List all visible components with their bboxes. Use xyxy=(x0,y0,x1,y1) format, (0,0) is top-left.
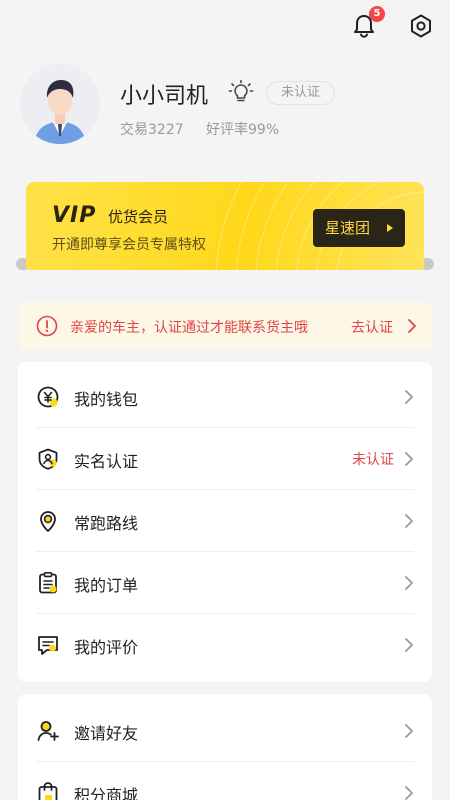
notification-badge: 5 xyxy=(369,6,385,22)
wallet-yen-icon xyxy=(37,386,59,408)
menu-item-invite[interactable]: 邀请好友 xyxy=(18,700,432,762)
verification-notice[interactable]: 亲爱的车主，认证通过才能联系货主哦 去认证 xyxy=(18,302,432,350)
vip-logo: VIP xyxy=(52,203,97,228)
gear-icon[interactable] xyxy=(407,12,435,40)
profile-header: 小小司机 未认证 交易3227 好评率99% xyxy=(20,64,440,148)
user-name: 小小司机 xyxy=(120,84,209,109)
avatar[interactable] xyxy=(20,64,100,144)
chevron-right-icon xyxy=(405,390,413,404)
vip-subtitle: 开通即尊享会员专属特权 xyxy=(52,237,206,253)
menu-label: 我的订单 xyxy=(74,576,139,595)
lightbulb-icon[interactable] xyxy=(227,78,255,106)
vip-join-label: 星速团 xyxy=(325,219,371,237)
chevron-right-icon xyxy=(405,576,413,590)
shopping-bag-icon xyxy=(38,782,58,800)
menu-label: 邀请好友 xyxy=(74,724,139,743)
comment-icon xyxy=(38,636,58,655)
menu-label: 我的评价 xyxy=(74,638,139,657)
menu-item-orders[interactable]: 我的订单 xyxy=(18,552,432,614)
vip-banner[interactable]: VIP 优货会员 开通即尊享会员专属特权 星速团 xyxy=(16,182,434,276)
location-pin-icon xyxy=(40,511,56,532)
go-verify-link[interactable]: 去认证 xyxy=(351,317,393,337)
play-triangle-icon xyxy=(387,224,393,232)
top-bar: 5 xyxy=(0,0,450,56)
menu-item-routes[interactable]: 常跑路线 xyxy=(18,490,432,552)
verify-status-tag[interactable]: 未认证 xyxy=(266,81,336,105)
chevron-right-icon xyxy=(405,514,413,528)
menu-label: 常跑路线 xyxy=(74,514,139,533)
shield-user-icon xyxy=(38,448,58,470)
menu-item-real-name-verify[interactable]: 实名认证 未认证 xyxy=(18,428,432,490)
menu-card-secondary: 邀请好友 积分商城 xyxy=(18,694,432,800)
vip-title: 优货会员 xyxy=(108,208,169,226)
verify-status-value: 未认证 xyxy=(352,452,394,468)
menu-item-reviews[interactable]: 我的评价 xyxy=(18,614,432,676)
rating: 好评率99% xyxy=(206,122,280,138)
menu-item-wallet[interactable]: 我的钱包 xyxy=(18,366,432,428)
clipboard-icon xyxy=(39,571,57,594)
chevron-right-icon xyxy=(408,319,416,333)
chevron-right-icon xyxy=(405,638,413,652)
menu-label: 实名认证 xyxy=(74,452,139,471)
trade-count: 交易3227 xyxy=(120,122,184,138)
alert-icon xyxy=(36,315,58,337)
add-user-icon xyxy=(37,721,59,741)
chevron-right-icon xyxy=(405,786,413,800)
menu-item-points-mall[interactable]: 积分商城 xyxy=(18,762,432,800)
chevron-right-icon xyxy=(405,452,413,466)
notice-text: 亲爱的车主，认证通过才能联系货主哦 xyxy=(70,320,308,336)
vip-card[interactable]: VIP 优货会员 开通即尊享会员专属特权 星速团 xyxy=(26,182,424,270)
vip-join-button[interactable]: 星速团 xyxy=(313,209,405,247)
driver-avatar-icon xyxy=(20,64,100,144)
menu-card-primary: 我的钱包 实名认证 未认证 常跑路线 我的订单 我的评价 xyxy=(18,362,432,682)
menu-label: 我的钱包 xyxy=(74,390,139,409)
chevron-right-icon xyxy=(405,724,413,738)
menu-label: 积分商城 xyxy=(74,786,139,800)
